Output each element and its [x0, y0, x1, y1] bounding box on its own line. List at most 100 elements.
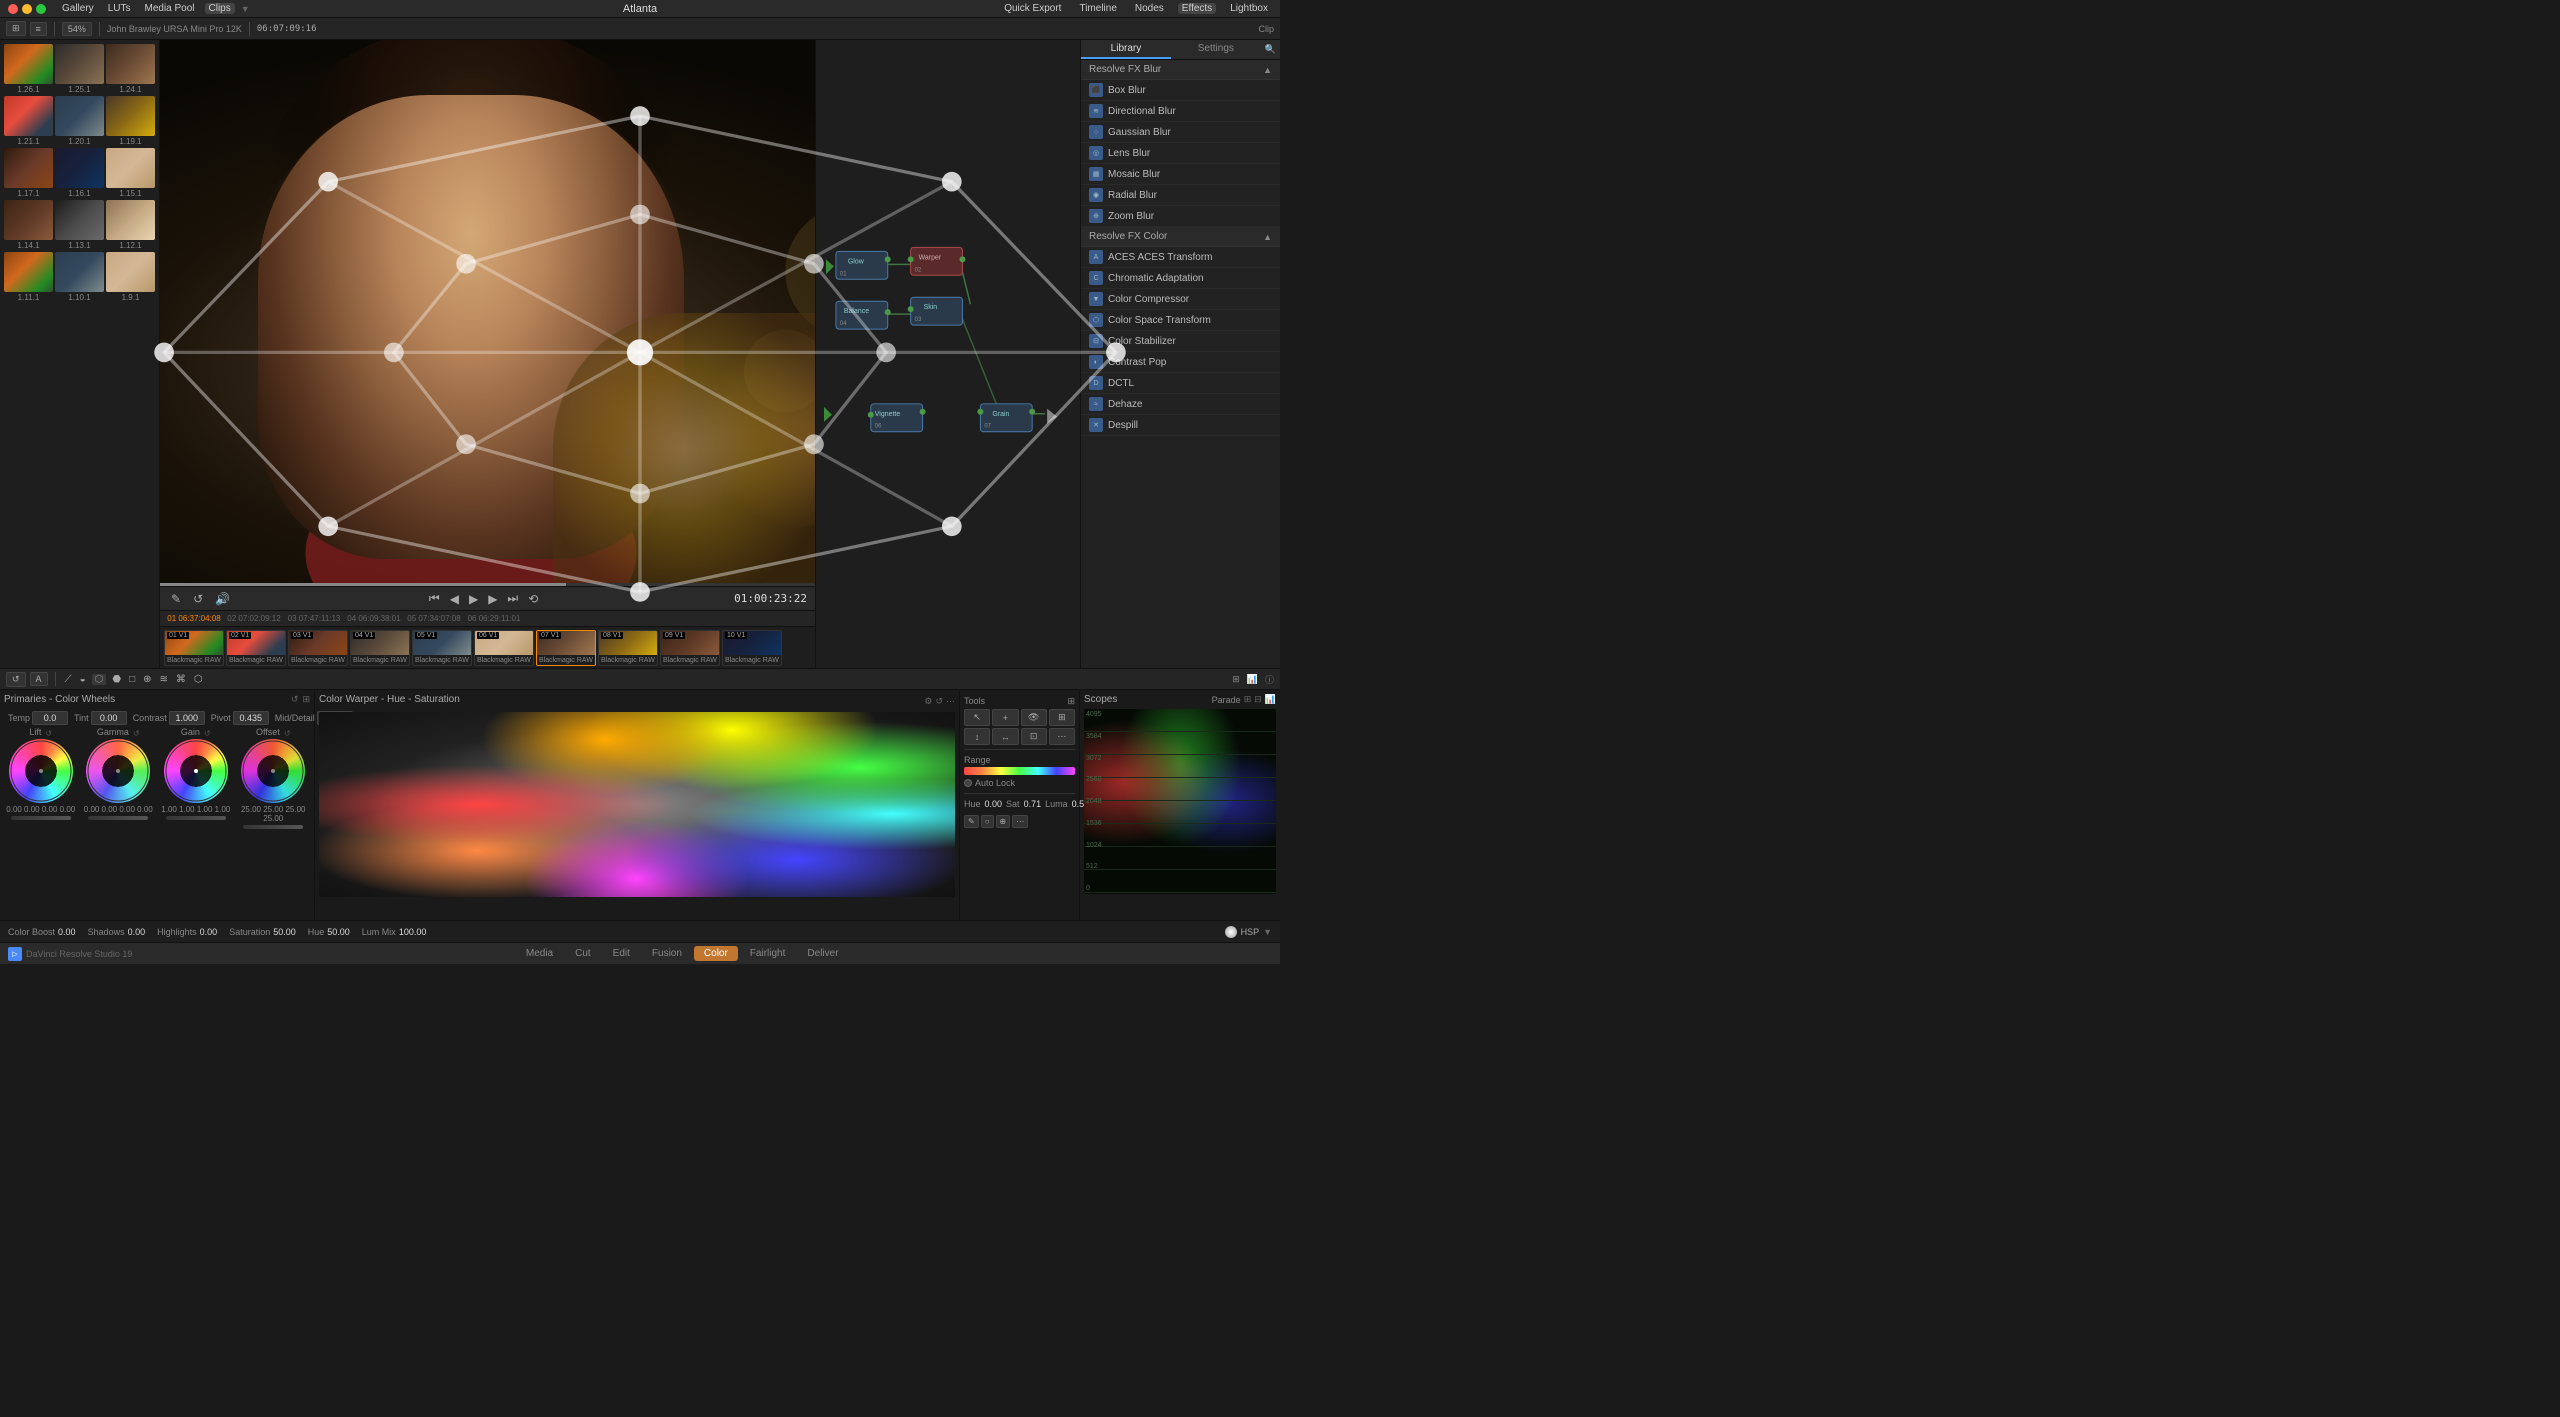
param-row: Temp Tint Contrast Pivot Mid/Detail: [4, 709, 310, 727]
hsp-label[interactable]: HSP: [1241, 927, 1260, 937]
tools-grid: ↖ + 👁 ⊞ ↕ ↔ ⊡ ⋯: [964, 709, 1075, 745]
tool-btn-reset-h[interactable]: ↔: [992, 728, 1018, 745]
contrast-input[interactable]: [169, 711, 205, 725]
lift-wheel-svg: [9, 739, 73, 803]
tool-btn-reset-v[interactable]: ↕: [964, 728, 990, 745]
lift-header: Lift ↺: [29, 727, 52, 739]
temp-input[interactable]: [32, 711, 68, 725]
warper-canvas[interactable]: [319, 712, 955, 897]
tool-icons-row: ✎ ○ ⊕ ⋯: [964, 815, 1075, 828]
gain-slider[interactable]: [166, 816, 226, 820]
gamma-header: Gamma ↺: [97, 727, 140, 739]
tint-input[interactable]: [91, 711, 127, 725]
temp-field: Temp: [8, 711, 68, 725]
range-slider[interactable]: [964, 767, 1075, 775]
color-boost-label: Color Boost: [8, 927, 55, 937]
color-wheels: Lift ↺: [4, 727, 310, 829]
gamma-values: 0.00 0.00 0.00 0.00: [84, 805, 153, 814]
color-warper-section: Color Warper - Hue - Saturation ⚙ ↺ ⋯: [315, 690, 960, 920]
offset-reset-icon[interactable]: ↺: [284, 729, 291, 738]
pivot-input[interactable]: [233, 711, 269, 725]
tool-icon-4[interactable]: ⋯: [1012, 815, 1028, 828]
tool-icon-3[interactable]: ⊕: [996, 815, 1011, 828]
bottom-nav: Media Cut Edit Fusion Color Fairlight De…: [516, 946, 849, 961]
nav-media[interactable]: Media: [516, 946, 563, 961]
nav-edit[interactable]: Edit: [603, 946, 640, 961]
temp-label: Temp: [8, 713, 30, 723]
sat-tools-label: Sat: [1006, 799, 1020, 809]
hsp-dropdown-icon[interactable]: ▼: [1263, 927, 1272, 937]
tools-divider: [964, 749, 1075, 750]
color-boost-value: 0.00: [58, 927, 76, 937]
offset-slider[interactable]: [243, 825, 303, 829]
hue-adj-value: 50.00: [327, 927, 350, 937]
scope-label-2048: 2048: [1086, 798, 1102, 805]
shadows-label: Shadows: [88, 927, 125, 937]
gamma-reset-icon[interactable]: ↺: [133, 729, 140, 738]
highlights-value: 0.00: [200, 927, 218, 937]
app-version-text: DaVinci Resolve Studio 19: [26, 949, 132, 959]
saturation-label: Saturation: [229, 927, 270, 937]
nav-fairlight[interactable]: Fairlight: [740, 946, 796, 961]
offset-wheel-svg: [241, 739, 305, 803]
auto-lock-row: Auto Lock: [964, 778, 1075, 788]
nav-color[interactable]: Color: [694, 946, 738, 961]
color-space-indicators: HSP ▼: [1225, 926, 1272, 938]
warper-background: [319, 712, 955, 897]
tool-btn-sel-all[interactable]: ⊡: [1021, 728, 1047, 745]
offset-header: Offset ↺: [256, 727, 291, 739]
tint-field: Tint: [74, 711, 127, 725]
gamma-wheel[interactable]: [86, 739, 150, 803]
color-tools-section: Tools ⊞ ↖ + 👁 ⊞ ↕ ↔ ⊡ ⋯ Range Auto Lock …: [960, 690, 1080, 920]
gain-reset-icon[interactable]: ↺: [204, 729, 211, 738]
tools-divider-2: [964, 793, 1075, 794]
nav-deliver[interactable]: Deliver: [797, 946, 848, 961]
offset-label: Offset: [256, 727, 280, 737]
scope-label-1536: 1536: [1086, 820, 1102, 827]
luma-tools-label: Luma: [1045, 799, 1068, 809]
range-label: Range: [964, 755, 1075, 765]
auto-lock-radio[interactable]: [964, 779, 972, 787]
saturation-value: 50.00: [273, 927, 296, 937]
highlights-label: Highlights: [157, 927, 197, 937]
tool-btn-more[interactable]: ⋯: [1049, 728, 1075, 745]
offset-wheel[interactable]: [241, 739, 305, 803]
lummix-label: Lum Mix: [362, 927, 396, 937]
gain-wheel[interactable]: [164, 739, 228, 803]
highlights-item: Highlights 0.00: [157, 927, 217, 937]
contrast-field: Contrast: [133, 711, 205, 725]
lummix-item: Lum Mix 100.00: [362, 927, 427, 937]
gain-values: 1.00 1.00 1.00 1.00: [161, 805, 230, 814]
pivot-field: Pivot: [211, 711, 269, 725]
scope-labels: 4095 3584 3072 2560 2048 1536 1024 512 0: [1084, 709, 1104, 894]
gain-wheel-container: Gain ↺ 1.00 1.00 1.00 1.00: [159, 727, 233, 829]
lift-wheel[interactable]: [9, 739, 73, 803]
tool-btn-eye[interactable]: 👁: [1021, 709, 1047, 726]
range-section: Range Auto Lock: [964, 752, 1075, 791]
nav-cut[interactable]: Cut: [565, 946, 601, 961]
color-panel: Primaries - Color Wheels ↺ ⊞ Temp Tint C…: [0, 690, 1280, 920]
lift-values: 0.00 0.00 0.00 0.00: [6, 805, 75, 814]
scopes-section: Scopes Parade ⊞ ⊟ 📊 4095 3584 3072 2560 …: [1080, 690, 1280, 920]
color-boost-item: Color Boost 0.00: [8, 927, 76, 937]
gamma-label: Gamma: [97, 727, 129, 737]
tool-btn-grid[interactable]: ⊞: [1049, 709, 1075, 726]
scope-label-3072: 3072: [1086, 755, 1102, 762]
gamma-slider[interactable]: [88, 816, 148, 820]
middetail-label: Mid/Detail: [275, 713, 315, 723]
scope-label-4095: 4095: [1086, 711, 1102, 718]
tool-icon-1[interactable]: ✎: [964, 815, 979, 828]
tool-btn-add[interactable]: +: [992, 709, 1018, 726]
scope-label-3584: 3584: [1086, 733, 1102, 740]
shadows-item: Shadows 0.00: [88, 927, 146, 937]
nav-fusion[interactable]: Fusion: [642, 946, 692, 961]
color-wheel-icon[interactable]: [1225, 926, 1237, 938]
tool-icon-2[interactable]: ○: [981, 815, 994, 828]
sat-tools-value: 0.71: [1024, 799, 1042, 809]
tool-btn-cursor[interactable]: ↖: [964, 709, 990, 726]
pivot-label: Pivot: [211, 713, 231, 723]
gamma-wheel-container: Gamma ↺ 0.00 0.00 0.00 0.00: [82, 727, 156, 829]
bottom-bar: ▷ DaVinci Resolve Studio 19 Media Cut Ed…: [0, 942, 1280, 964]
lift-slider[interactable]: [11, 816, 71, 820]
lift-reset-icon[interactable]: ↺: [45, 729, 52, 738]
